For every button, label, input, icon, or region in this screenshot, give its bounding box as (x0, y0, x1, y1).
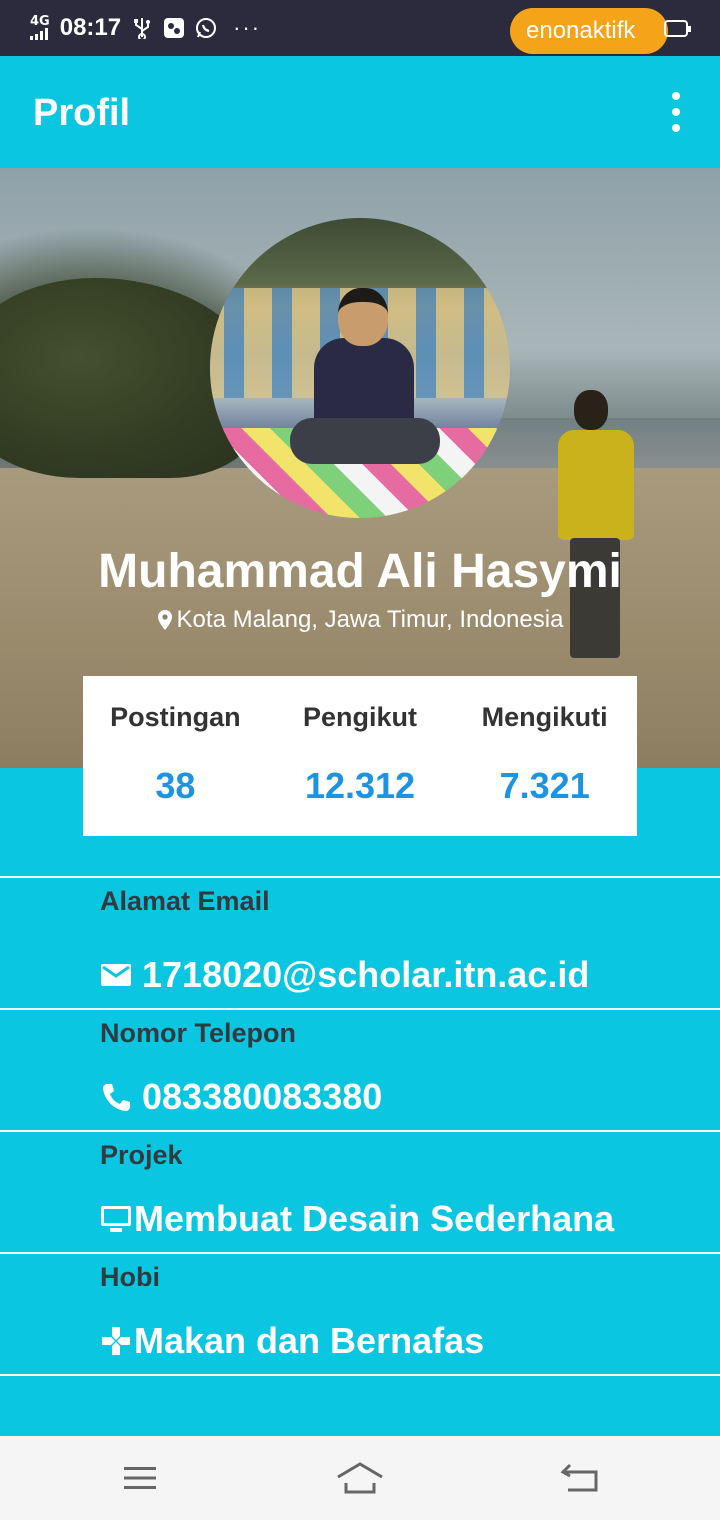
more-notifications-icon: ··· (233, 15, 262, 40)
gamepad-icon (102, 1327, 130, 1355)
network-indicator: 4G (30, 14, 50, 40)
avatar[interactable] (210, 218, 510, 518)
stat-label: Mengikuti (481, 702, 608, 732)
project-label: Projek (100, 1140, 183, 1170)
network-type: 4G (30, 14, 50, 29)
project-value: Membuat Desain Sederhana (134, 1198, 615, 1239)
profile-name: Muhammad Ali Hasymi (98, 545, 622, 598)
email-value-wrap: 1718020@scholar.itn.ac.id (100, 954, 589, 996)
phone-icon (103, 1084, 130, 1111)
app-notification-icon (163, 17, 185, 39)
status-bar: 4G 08:17 ··· enonaktifk (0, 0, 720, 56)
overflow-menu-icon[interactable] (660, 92, 692, 132)
stat-following[interactable]: Mengikuti 7.321 (452, 676, 637, 836)
app-bar: Profil (0, 56, 720, 168)
phone-value-wrap: 083380083380 (100, 1076, 382, 1118)
stat-value: 12.312 (304, 765, 416, 806)
stat-followers[interactable]: Pengikut 12.312 (268, 676, 453, 836)
hobby-value: Makan dan Bernafas (134, 1320, 485, 1361)
hobby-row[interactable]: Hobi Makan dan Bernafas (0, 1252, 720, 1374)
phone-value: 083380083380 (142, 1076, 383, 1117)
stat-label: Postingan (110, 702, 241, 732)
divider (0, 1374, 720, 1376)
info-section: Alamat Email 1718020@scholar.itn.ac.id N… (0, 876, 720, 1374)
hobby-value-wrap: Makan dan Bernafas (100, 1320, 484, 1362)
page-title: Profil (33, 92, 131, 134)
stat-value: 38 (155, 765, 196, 806)
email-value: 1718020@scholar.itn.ac.id (142, 954, 590, 995)
signal-icon (30, 28, 48, 40)
clock: 08:17 (59, 14, 122, 41)
hobby-label: Hobi (100, 1262, 160, 1292)
whatsapp-icon (195, 17, 217, 39)
usb-icon (131, 17, 153, 39)
email-row[interactable]: Alamat Email 1718020@scholar.itn.ac.id (0, 876, 720, 1008)
email-label: Alamat Email (100, 886, 270, 916)
stat-posts[interactable]: Postingan 38 (83, 676, 268, 836)
stats-card: Postingan 38 Pengikut 12.312 Mengikuti 7… (83, 676, 637, 836)
project-row[interactable]: Projek Membuat Desain Sederhana (0, 1130, 720, 1252)
phone-row[interactable]: Nomor Telepon 083380083380 (0, 1008, 720, 1130)
hotspot-pill[interactable]: enonaktifk (510, 8, 668, 54)
home-icon[interactable] (336, 1456, 384, 1500)
email-icon (101, 964, 131, 986)
system-nav-bar (0, 1436, 720, 1520)
stat-value: 7.321 (499, 765, 590, 806)
back-icon[interactable] (556, 1456, 604, 1500)
phone-label: Nomor Telepon (100, 1018, 297, 1048)
location-text: Kota Malang, Jawa Timur, Indonesia (176, 606, 564, 633)
project-value-wrap: Membuat Desain Sederhana (100, 1198, 614, 1240)
battery-icon (664, 20, 691, 37)
stat-label: Pengikut (303, 702, 418, 732)
location-pin-icon (157, 610, 172, 630)
desktop-icon (101, 1206, 131, 1232)
menu-icon[interactable] (116, 1456, 164, 1500)
profile-location: Kota Malang, Jawa Timur, Indonesia (0, 606, 720, 634)
